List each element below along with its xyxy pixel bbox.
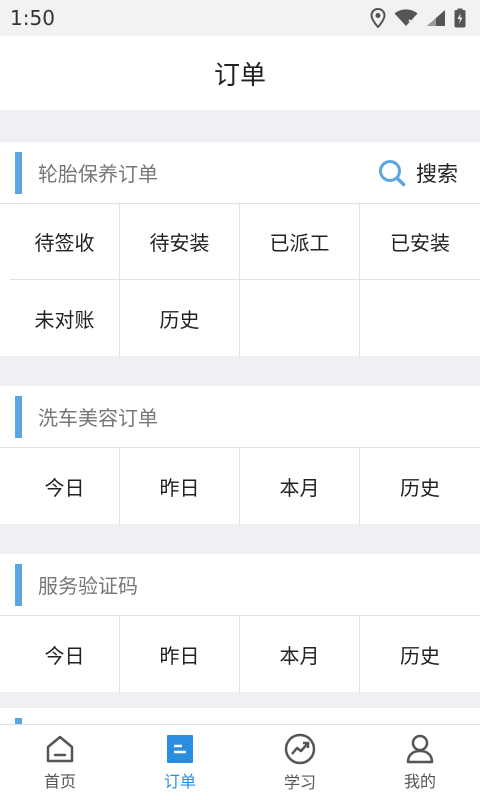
grid-item-empty	[240, 280, 360, 356]
signal-icon	[427, 10, 445, 26]
grid-item-today[interactable]: 今日	[10, 616, 120, 692]
grid-item-history[interactable]: 历史	[120, 280, 240, 356]
grid-item-unreconciled[interactable]: 未对账	[10, 280, 120, 356]
section-carwash-orders: 洗车美容订单 今日 昨日 本月 历史	[0, 386, 480, 524]
grid-item-pending-install[interactable]: 待安装	[120, 204, 240, 280]
order-icon	[167, 734, 193, 763]
section-header: 轮胎保养订单 搜索	[0, 142, 480, 204]
grid-item-empty	[360, 280, 480, 356]
section-header: 洗车美容订单	[0, 386, 480, 448]
search-button[interactable]: 搜索	[378, 158, 458, 188]
section-title: 轮胎保养订单	[38, 162, 158, 186]
tab-learn[interactable]: 学习	[240, 725, 360, 800]
wifi-icon	[394, 9, 418, 26]
section-tire-orders: 轮胎保养订单 搜索 待签收 待安装 已派工 已安装 未对账 历史	[0, 142, 480, 356]
tab-label: 订单	[163, 771, 196, 791]
status-icons	[370, 8, 466, 28]
verification-period-grid: 今日 昨日 本月 历史	[0, 616, 480, 692]
tab-label: 首页	[43, 771, 76, 791]
order-status-grid: 待签收 待安装 已派工 已安装 未对账 历史	[0, 204, 480, 356]
grid-item-this-month[interactable]: 本月	[240, 448, 360, 524]
tab-label: 我的	[403, 771, 436, 791]
grid-item-history[interactable]: 历史	[360, 616, 480, 692]
grid-item-installed[interactable]: 已安装	[360, 204, 480, 280]
battery-icon	[454, 8, 466, 28]
carwash-period-grid: 今日 昨日 本月 历史	[0, 448, 480, 524]
app-header: 订单	[0, 36, 480, 110]
page-title: 订单	[213, 60, 266, 91]
tab-orders[interactable]: 订单	[120, 725, 240, 800]
status-bar: 1:50	[0, 0, 480, 36]
tab-home[interactable]: 首页	[0, 725, 120, 800]
location-icon	[370, 8, 386, 28]
learn-icon	[284, 733, 316, 764]
grid-item-today[interactable]: 今日	[10, 448, 120, 524]
grid-item-pending-receipt[interactable]: 待签收	[10, 204, 120, 280]
section-verification-codes: 服务验证码 今日 昨日 本月 历史	[0, 554, 480, 692]
section-title: 服务验证码	[38, 574, 138, 598]
section-header: 服务验证码	[0, 554, 480, 616]
section-title: 洗车美容订单	[38, 406, 158, 430]
search-label: 搜索	[416, 161, 458, 186]
bottom-tab-bar: 首页 订单 学习 我的	[0, 724, 480, 800]
grid-item-dispatched[interactable]: 已派工	[240, 204, 360, 280]
status-time: 1:50	[10, 6, 55, 30]
grid-item-history[interactable]: 历史	[360, 448, 480, 524]
tab-label: 学习	[283, 772, 316, 792]
grid-item-this-month[interactable]: 本月	[240, 616, 360, 692]
search-icon	[379, 159, 406, 186]
tab-profile[interactable]: 我的	[360, 725, 480, 800]
profile-icon	[406, 734, 434, 763]
grid-item-yesterday[interactable]: 昨日	[120, 448, 240, 524]
grid-item-yesterday[interactable]: 昨日	[120, 616, 240, 692]
home-icon	[46, 735, 74, 762]
